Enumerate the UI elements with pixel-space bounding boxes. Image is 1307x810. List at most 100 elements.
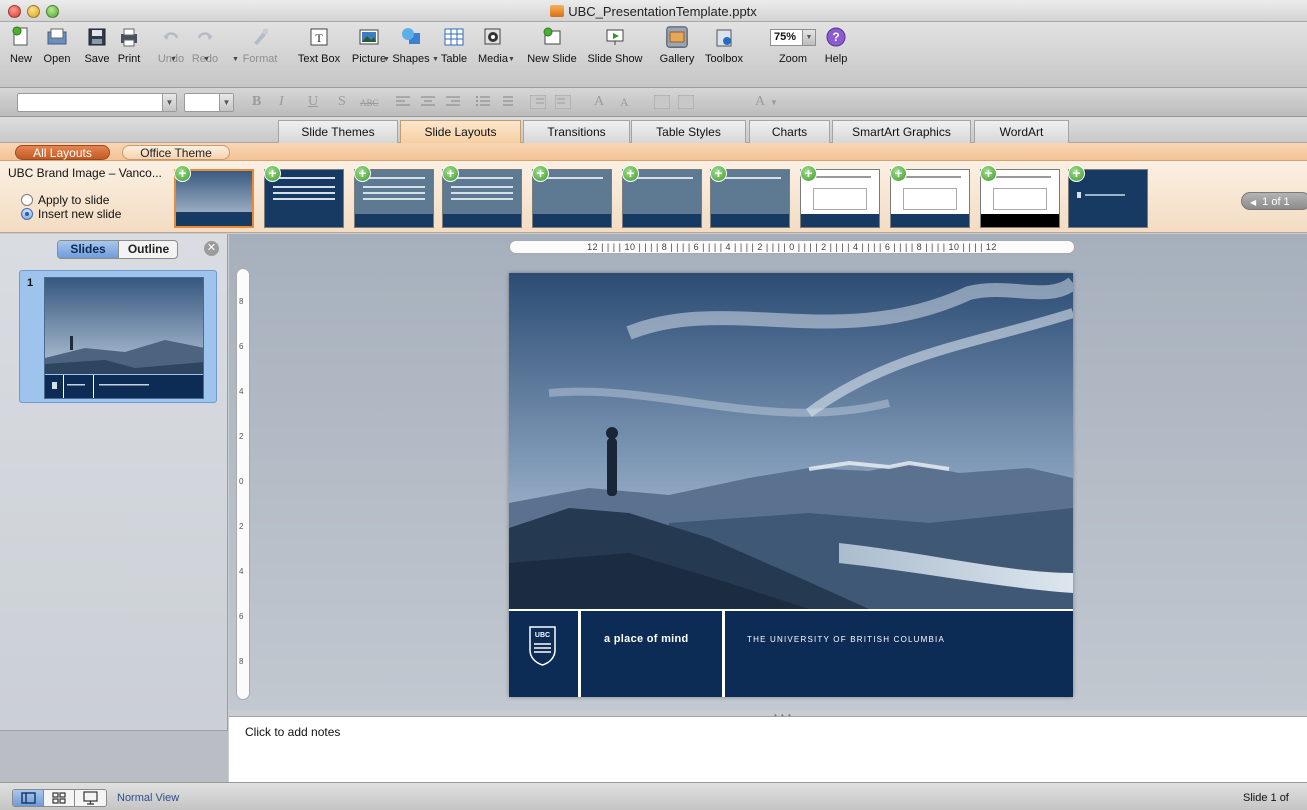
toolbar-button-label: New Slide: [527, 53, 577, 65]
vertical-ruler-tick: 8: [239, 657, 244, 666]
insert-new-slide-label: Insert new slide: [38, 207, 122, 221]
toolbar-save-button[interactable]: Save: [81, 26, 113, 65]
toolbar-help-button[interactable]: ? Help: [822, 26, 850, 65]
tab-smartart-graphics[interactable]: SmartArt Graphics: [832, 120, 971, 143]
font-name-select[interactable]: ▼: [17, 93, 177, 112]
shadow-icon[interactable]: S: [338, 94, 346, 110]
add-layout-plus-icon[interactable]: +: [710, 165, 727, 182]
help-icon: ?: [826, 27, 846, 47]
toolbar-text-box-button[interactable]: T Text Box: [292, 26, 346, 65]
tab-outline[interactable]: Outline: [119, 241, 177, 258]
slide-show-view-button[interactable]: [75, 790, 106, 806]
text-box-fill-icon[interactable]: [678, 95, 694, 109]
toolbar-open-button[interactable]: Open: [39, 26, 75, 65]
tab-table-styles[interactable]: Table Styles: [631, 120, 746, 143]
normal-view-icon: [21, 792, 36, 804]
floppy-disk-icon: [88, 28, 106, 46]
standard-toolbar: New Open Save Print Undo Redo Format T Text Box P…: [0, 22, 1307, 88]
filter-office-theme-button[interactable]: Office Theme: [122, 145, 230, 160]
toolbar-zoom-button[interactable]: 75% ▼ Zoom: [769, 26, 817, 65]
window-title-text: UBC_PresentationTemplate.pptx: [568, 4, 757, 19]
slide-thumbnail-1[interactable]: 1: [19, 270, 217, 403]
gallery-page-indicator[interactable]: ◀ 1 of 1: [1241, 192, 1307, 210]
vertical-ruler-tick: 0: [239, 477, 244, 486]
chevron-down-icon[interactable]: ▼: [232, 56, 239, 63]
slide-sorter-button[interactable]: [44, 790, 75, 806]
apply-to-slide-radio[interactable]: [21, 194, 33, 206]
toolbar-toolbox-button[interactable]: Toolbox: [699, 26, 749, 65]
toolbar-table-button[interactable]: Table: [437, 26, 471, 65]
add-layout-plus-icon[interactable]: +: [532, 165, 549, 182]
add-layout-plus-icon[interactable]: +: [174, 165, 191, 182]
font-size-select[interactable]: ▼: [184, 93, 234, 112]
add-layout-plus-icon[interactable]: +: [890, 165, 907, 182]
italic-icon[interactable]: I: [279, 94, 284, 110]
toolbar-gallery-button[interactable]: Gallery: [654, 26, 700, 65]
slide-photo: [509, 273, 1073, 609]
ubc-crest-logo: UBC: [529, 626, 556, 666]
redo-arrow-icon: [197, 32, 213, 40]
apply-to-slide-option[interactable]: Apply to slide: [21, 193, 109, 207]
current-view-label: Normal View: [117, 792, 180, 804]
slide-canvas[interactable]: UBC a place of mind THE UNIVERSITY OF BR…: [509, 273, 1073, 697]
chevron-down-icon[interactable]: ▼: [383, 56, 390, 63]
numbered-list-icon[interactable]: [499, 96, 513, 108]
toolbar-media-button[interactable]: Media: [475, 26, 511, 65]
add-layout-plus-icon[interactable]: +: [442, 165, 459, 182]
add-layout-plus-icon[interactable]: +: [264, 165, 281, 182]
decrease-font-size-icon[interactable]: A: [620, 95, 629, 110]
text-highlight-icon[interactable]: [654, 95, 670, 109]
slide-university-name: THE UNIVERSITY OF BRITISH COLUMBIA: [747, 635, 946, 644]
tab-charts[interactable]: Charts: [749, 120, 830, 143]
toolbar-new-button[interactable]: New: [5, 26, 37, 65]
toolbar-button-label: Media: [478, 53, 508, 65]
toolbar-button-label: Open: [43, 53, 71, 65]
toolbar-shapes-button[interactable]: Shapes: [391, 26, 431, 65]
add-layout-plus-icon[interactable]: +: [354, 165, 371, 182]
slide-number: 1: [27, 277, 34, 289]
tab-wordart[interactable]: WordArt: [974, 120, 1069, 143]
toolbar-slide-show-button[interactable]: Slide Show: [584, 26, 646, 65]
add-layout-plus-icon[interactable]: +: [800, 165, 817, 182]
align-left-icon[interactable]: [396, 96, 410, 108]
chevron-down-icon[interactable]: ▼: [508, 56, 515, 63]
add-layout-plus-icon[interactable]: +: [980, 165, 997, 182]
slide-sorter-icon: [52, 792, 66, 804]
notes-pane[interactable]: Click to add notes: [229, 716, 1307, 782]
filter-all-layouts-button[interactable]: All Layouts: [15, 145, 110, 160]
toolbar-format-button[interactable]: Format: [240, 26, 280, 65]
toolbar-print-button[interactable]: Print: [113, 26, 145, 65]
zoom-value[interactable]: 75% ▼: [770, 29, 816, 46]
strikethrough-icon[interactable]: ABC: [360, 98, 379, 108]
ubc-logo-text: UBC: [535, 632, 550, 639]
media-icon: [484, 28, 501, 45]
new-document-icon: [12, 26, 28, 46]
align-center-icon[interactable]: [421, 96, 435, 108]
close-pane-icon[interactable]: ✕: [204, 241, 219, 256]
insert-new-slide-radio[interactable]: [21, 208, 33, 220]
toolbar-new-slide-button[interactable]: New Slide: [523, 26, 581, 65]
decrease-indent-icon[interactable]: [530, 95, 546, 109]
tab-transitions[interactable]: Transitions: [523, 120, 630, 143]
svg-text:T: T: [315, 31, 323, 45]
insert-new-slide-option[interactable]: Insert new slide: [21, 207, 121, 221]
add-layout-plus-icon[interactable]: +: [1068, 165, 1085, 182]
align-right-icon[interactable]: [446, 96, 460, 108]
font-color-icon[interactable]: A: [755, 94, 765, 110]
tab-slides[interactable]: Slides: [58, 241, 119, 258]
increase-font-size-icon[interactable]: A: [594, 94, 604, 110]
toolbar-button-label: Zoom: [778, 53, 808, 65]
zoom-icon: 75% ▼: [770, 26, 816, 48]
tab-slide-layouts[interactable]: Slide Layouts: [400, 120, 521, 143]
toolbar-button-label: Format: [242, 53, 278, 65]
add-layout-plus-icon[interactable]: +: [622, 165, 639, 182]
chevron-down-icon[interactable]: ▼: [203, 56, 210, 63]
normal-view-button[interactable]: [13, 790, 44, 806]
underline-icon[interactable]: U: [308, 94, 318, 110]
increase-indent-icon[interactable]: [555, 95, 571, 109]
bold-icon[interactable]: B: [252, 94, 261, 110]
tab-slide-themes[interactable]: Slide Themes: [278, 120, 398, 143]
chevron-down-icon[interactable]: ▼: [170, 56, 177, 63]
bulleted-list-icon[interactable]: [476, 96, 490, 108]
chevron-down-icon[interactable]: ▼: [432, 56, 439, 63]
